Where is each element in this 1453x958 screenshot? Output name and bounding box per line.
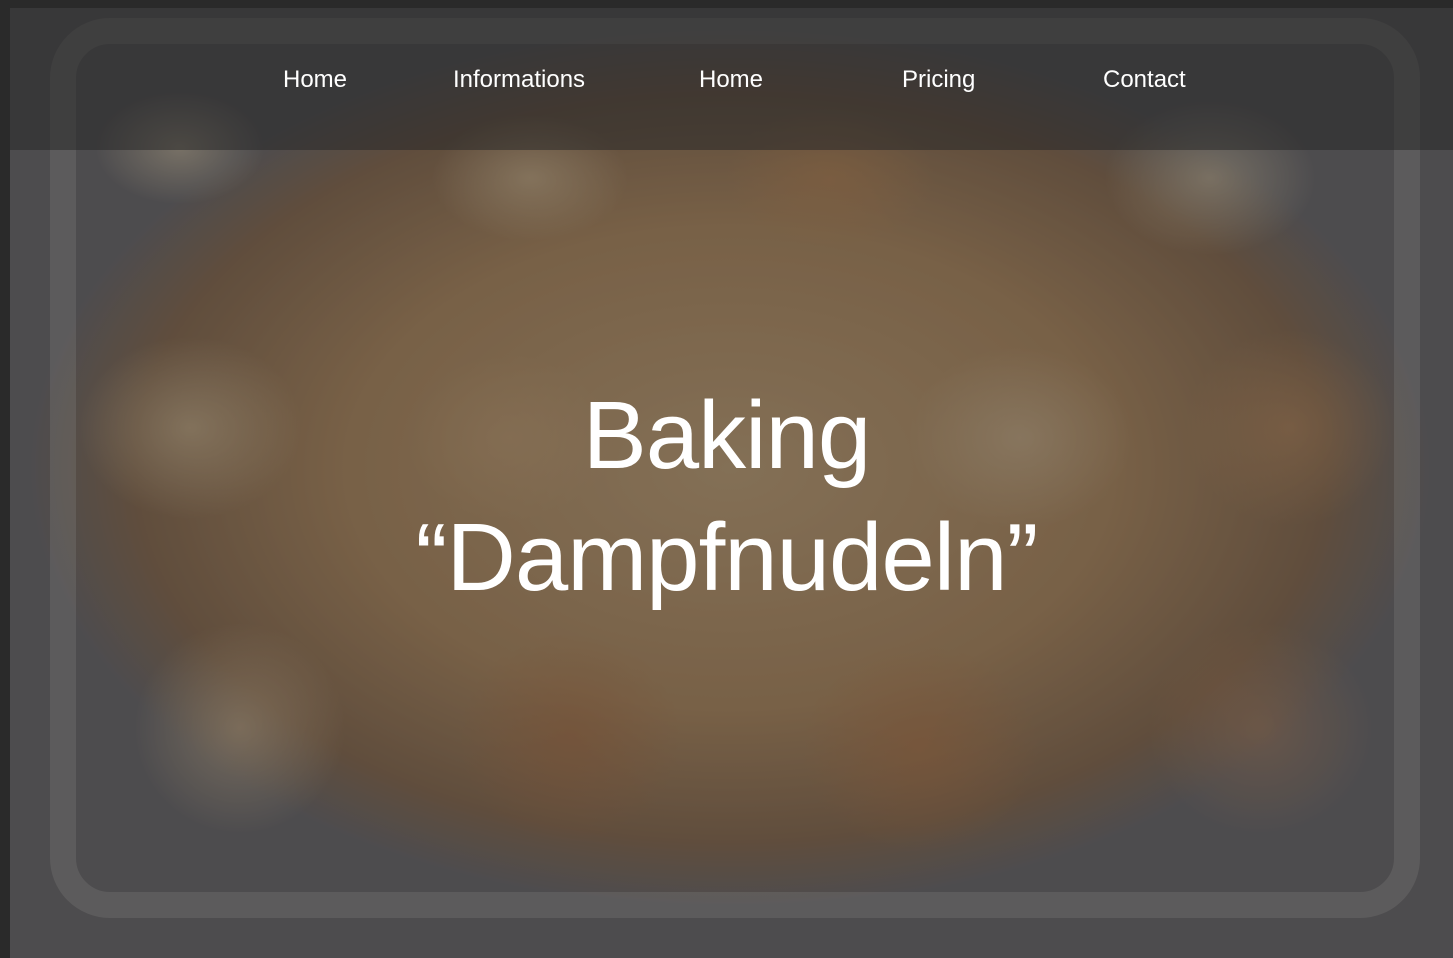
top-navbar: Home Informations Home Pricing Contact <box>10 8 1453 150</box>
hero-title-line-2: “Dampfnudeln” <box>415 504 1039 611</box>
nav-link-pricing[interactable]: Pricing <box>902 66 975 94</box>
nav-link-home[interactable]: Home <box>283 66 347 94</box>
nav-link-contact[interactable]: Contact <box>1103 66 1186 94</box>
hero-title-line-1: Baking <box>582 382 872 489</box>
nav-link-informations[interactable]: Informations <box>453 66 585 94</box>
hero-title: Baking “Dampfnudeln” <box>0 375 1453 619</box>
nav-link-home-2[interactable]: Home <box>699 66 763 94</box>
